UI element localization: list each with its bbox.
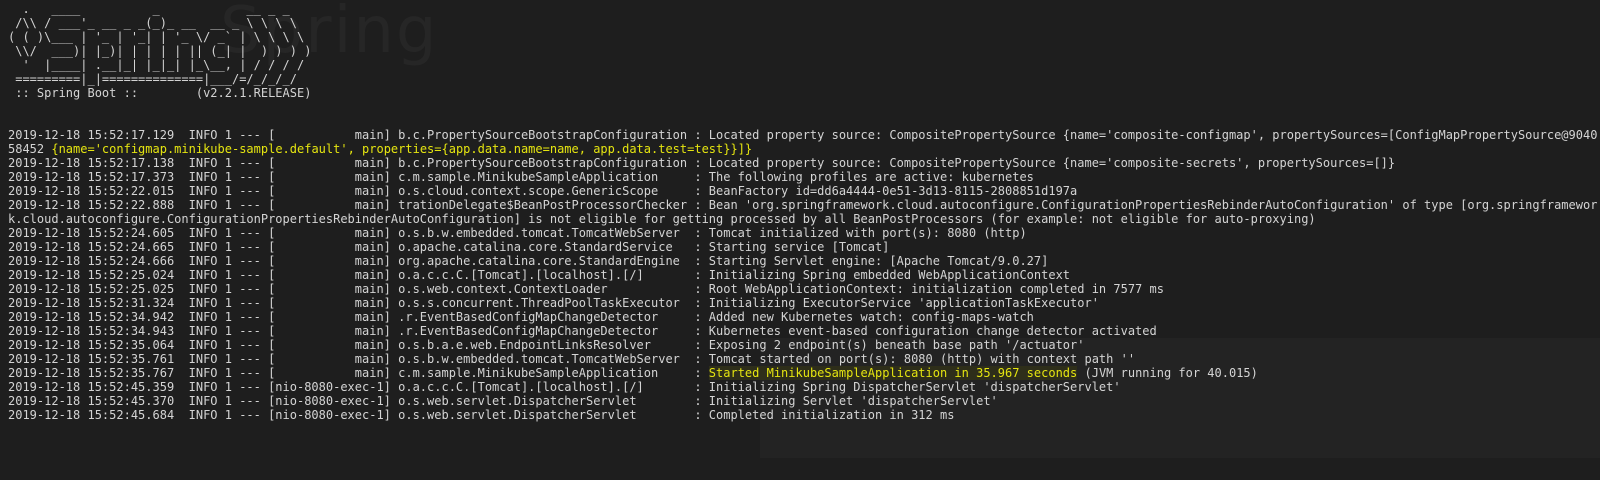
log-line: 2019-12-18 15:52:22.888 INFO 1 --- [ mai… (8, 198, 1598, 226)
log-highlight: {name='configmap.minikube-sample.default… (51, 142, 753, 156)
log-line: 2019-12-18 15:52:24.665 INFO 1 --- [ mai… (8, 240, 890, 254)
log-text: 2019-12-18 15:52:35.767 INFO 1 --- [ mai… (8, 366, 709, 380)
log-line: 2019-12-18 15:52:25.025 INFO 1 --- [ mai… (8, 282, 1164, 296)
log-line: 2019-12-18 15:52:45.684 INFO 1 --- [nio-… (8, 408, 955, 422)
log-line: 2019-12-18 15:52:22.015 INFO 1 --- [ mai… (8, 184, 1078, 198)
banner-line: . ____ _ __ _ _ (8, 2, 290, 16)
spring-boot-banner: . ____ _ __ _ _ /\\ / ___'_ __ _ _(_)_ _… (8, 2, 1598, 100)
banner-line: /\\ / ___'_ __ _ _(_)_ __ __ _ \ \ \ \ (8, 16, 297, 30)
log-line: 2019-12-18 15:52:17.129 INFO 1 --- [ mai… (8, 128, 1598, 156)
banner-line: \\/ ___)| |_)| | | | | || (_| | ) ) ) ) (8, 44, 312, 58)
log-line: 2019-12-18 15:52:35.761 INFO 1 --- [ mai… (8, 352, 1136, 366)
log-line: 2019-12-18 15:52:17.138 INFO 1 --- [ mai… (8, 156, 1396, 170)
log-line-app-started: 2019-12-18 15:52:35.767 INFO 1 --- [ mai… (8, 366, 1598, 380)
banner-line: ( ( )\___ | '_ | '_| | '_ \/ _` | \ \ \ … (8, 30, 305, 44)
banner-line: ' |____| .__|_| |_|_| |_\__, | / / / / (8, 58, 305, 72)
log-output: 2019-12-18 15:52:17.129 INFO 1 --- [ mai… (8, 128, 1598, 422)
log-line: 2019-12-18 15:52:45.370 INFO 1 --- [nio-… (8, 394, 998, 408)
log-line: 2019-12-18 15:52:34.942 INFO 1 --- [ mai… (8, 310, 1034, 324)
terminal-window[interactable]: Spring . ____ _ __ _ _ /\\ / ___'_ __ _ … (0, 0, 1600, 480)
log-text-after: (JVM running for 40.015) (1077, 366, 1258, 380)
log-line: 2019-12-18 15:52:24.666 INFO 1 --- [ mai… (8, 254, 1049, 268)
log-highlight: Started MinikubeSampleApplication in 35.… (708, 366, 1078, 380)
log-line: 2019-12-18 15:52:25.024 INFO 1 --- [ mai… (8, 268, 1071, 282)
terminal-output: . ____ _ __ _ _ /\\ / ___'_ __ _ _(_)_ _… (8, 2, 1598, 422)
banner-version-line: :: Spring Boot :: (v2.2.1.RELEASE) (8, 86, 312, 100)
log-line: 2019-12-18 15:52:17.373 INFO 1 --- [ mai… (8, 170, 1034, 184)
log-line: 2019-12-18 15:52:24.605 INFO 1 --- [ mai… (8, 226, 1027, 240)
log-line: 2019-12-18 15:52:34.943 INFO 1 --- [ mai… (8, 324, 1157, 338)
log-line: 2019-12-18 15:52:45.359 INFO 1 --- [nio-… (8, 380, 1121, 394)
log-line: 2019-12-18 15:52:35.064 INFO 1 --- [ mai… (8, 338, 1085, 352)
banner-line: =========|_|==============|___/=/_/_/_/ (8, 72, 297, 86)
log-line: 2019-12-18 15:52:31.324 INFO 1 --- [ mai… (8, 296, 1099, 310)
